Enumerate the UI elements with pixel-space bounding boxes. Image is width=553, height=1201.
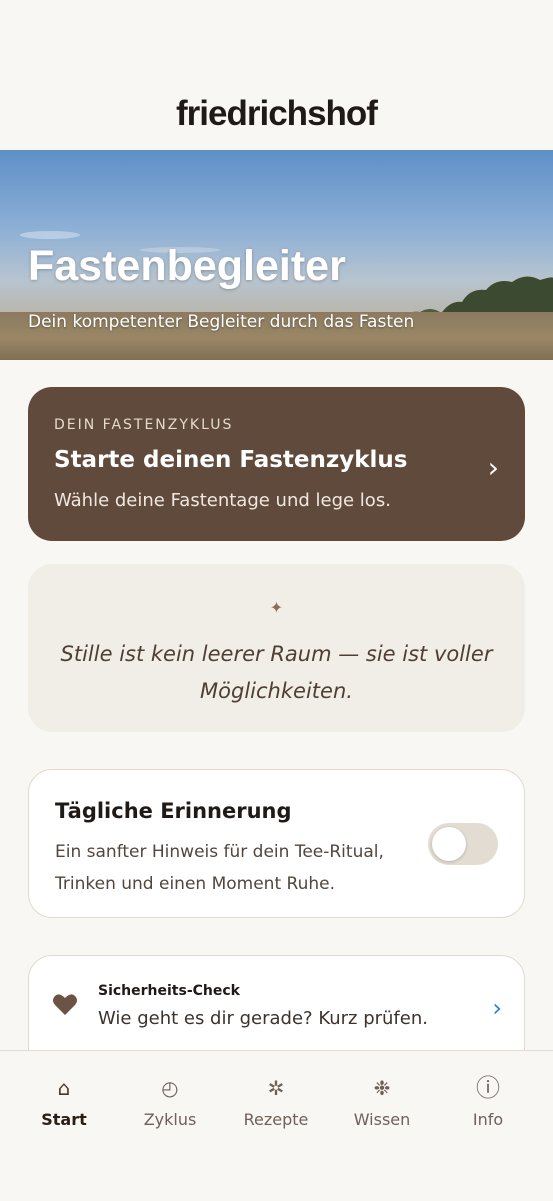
clock-icon: ◴ xyxy=(161,1076,179,1100)
tab-label: Wissen xyxy=(353,1110,411,1129)
brand-logo: friedrichshof xyxy=(176,94,378,133)
app-header: friedrichshof xyxy=(0,0,553,150)
hero-title: Fastenbegleiter xyxy=(28,242,346,290)
tab-label: Start xyxy=(41,1110,87,1129)
tab-label: Zyklus xyxy=(143,1110,197,1129)
tab-label: Info xyxy=(472,1110,504,1129)
cycle-eyebrow: DEIN FASTENZYKLUS xyxy=(54,417,234,433)
asterisk-icon: ✲ xyxy=(267,1076,285,1100)
quote-card: ✦ Stille ist kein leerer Raum — sie ist … xyxy=(28,564,525,732)
snowflake-icon: ❉ xyxy=(373,1076,391,1100)
sparkle-icon: ✦ xyxy=(269,598,284,617)
start-cycle-card[interactable]: DEIN FASTENZYKLUS Starte deinen Fastenzy… xyxy=(28,387,525,541)
home-icon: ⌂ xyxy=(57,1076,71,1100)
chevron-right-icon: › xyxy=(492,994,502,1022)
toggle-knob xyxy=(432,827,466,861)
safety-title: Sicherheits-Check xyxy=(98,983,240,999)
reminder-title: Tägliche Erinnerung xyxy=(55,799,292,823)
cycle-title: Starte deinen Fastenzyklus xyxy=(54,447,408,473)
hero-subtitle: Dein kompetenter Begleiter durch das Fas… xyxy=(28,312,415,332)
chevron-right-icon: › xyxy=(487,451,499,484)
quote-text: Stille ist kein leerer Raum — sie ist vo… xyxy=(60,642,493,703)
tab-rezepte[interactable]: ✲ Rezepte xyxy=(221,1051,331,1151)
reminder-subtitle: Ein sanfter Hinweis für dein Tee-Ritual,… xyxy=(55,842,384,894)
info-icon: ⓘ xyxy=(476,1074,500,1102)
tab-zyklus[interactable]: ◴ Zyklus xyxy=(115,1051,225,1151)
tab-wissen[interactable]: ❉ Wissen xyxy=(327,1051,437,1151)
hero-banner: Fastenbegleiter Dein kompetenter Begleit… xyxy=(0,150,553,360)
safety-subtitle: Wie geht es dir gerade? Kurz prüfen. xyxy=(98,1008,428,1029)
daily-reminder-card: Tägliche Erinnerung Ein sanfter Hinweis … xyxy=(28,769,525,918)
tab-info[interactable]: ⓘ Info xyxy=(433,1051,543,1151)
cycle-subtitle: Wähle deine Fastentage und lege los. xyxy=(54,490,391,511)
reminder-toggle[interactable] xyxy=(428,823,498,865)
heart-icon xyxy=(53,994,77,1015)
tab-label: Rezepte xyxy=(243,1110,309,1129)
tab-start[interactable]: ⌂ Start xyxy=(9,1051,119,1151)
bottom-tab-bar: ⌂ Start ◴ Zyklus ✲ Rezepte ❉ Wissen ⓘ In… xyxy=(0,1050,553,1201)
